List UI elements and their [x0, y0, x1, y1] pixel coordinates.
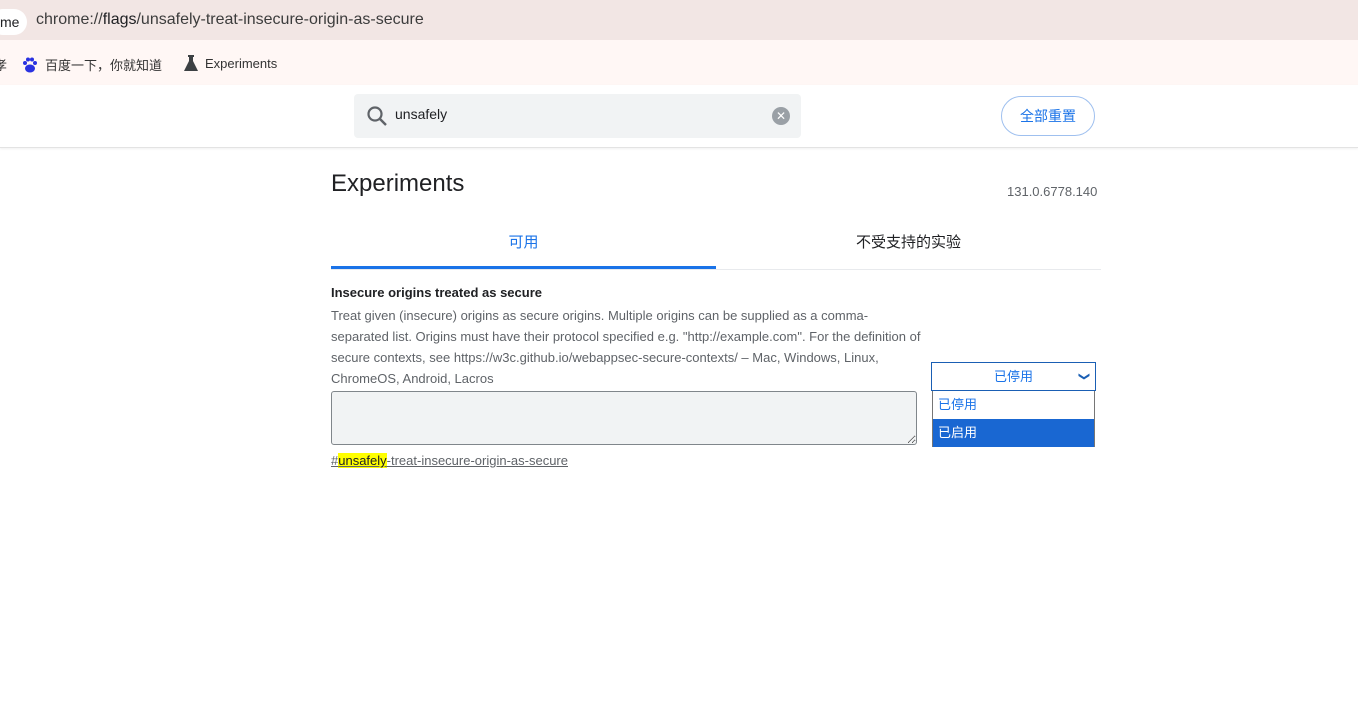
- bookmark-label: 百度一下，你就知道: [45, 58, 163, 73]
- search-box[interactable]: ✕: [354, 94, 801, 138]
- select-value: 已停用: [993, 369, 1033, 384]
- experiment-name: Insecure origins treated as secure: [331, 285, 542, 300]
- address-bar[interactable]: me chrome://flags/unsafely-treat-insecur…: [0, 0, 1358, 40]
- select-dropdown: 已停用 已启用: [932, 391, 1095, 447]
- tab-available[interactable]: 可用: [331, 220, 716, 269]
- tab-bar: 可用 不受支持的实验: [331, 220, 1101, 270]
- bookmarks-bar: 孝 百度一下，你就知道 Experiments: [0, 40, 1358, 85]
- tab-unavailable[interactable]: 不受支持的实验: [716, 220, 1101, 269]
- search-input[interactable]: [395, 106, 755, 122]
- option-disabled[interactable]: 已停用: [933, 391, 1094, 419]
- bookmark-fragment-label: 孝: [0, 58, 8, 73]
- experiment-permalink[interactable]: #unsafely-treat-insecure-origin-as-secur…: [331, 453, 568, 468]
- bookmark-label: Experiments: [205, 55, 278, 71]
- search-highlight: unsafely: [338, 453, 387, 468]
- page-title: Experiments: [331, 170, 465, 197]
- origins-textarea[interactable]: [331, 391, 917, 445]
- url-text[interactable]: chrome://flags/unsafely-treat-insecure-o…: [36, 11, 424, 29]
- option-enabled[interactable]: 已启用: [933, 419, 1094, 447]
- tab-fragment[interactable]: me: [0, 9, 28, 35]
- flask-icon: [184, 55, 198, 71]
- search-icon: [367, 106, 387, 126]
- bookmark-baidu[interactable]: 百度一下，你就知道: [22, 55, 162, 74]
- url-host: flags: [102, 11, 137, 28]
- url-scheme: chrome://: [36, 11, 103, 28]
- experiment-description: Treat given (insecure) origins as secure…: [331, 308, 921, 386]
- bookmark-fragment[interactable]: 孝: [0, 55, 7, 74]
- link-rest: -treat-insecure-origin-as-secure: [386, 453, 568, 468]
- url-path: /unsafely-treat-insecure-origin-as-secur…: [136, 11, 424, 28]
- flags-header: ✕ 全部重置: [0, 85, 1358, 148]
- clear-search-icon[interactable]: ✕: [772, 107, 790, 125]
- bookmark-experiments[interactable]: Experiments: [184, 55, 277, 71]
- experiment-state-select[interactable]: 已停用 ❯: [931, 362, 1096, 391]
- baidu-icon: [23, 57, 37, 72]
- reset-all-button[interactable]: 全部重置: [1001, 96, 1095, 136]
- version-label: 131.0.6778.140: [1007, 184, 1098, 199]
- chevron-down-icon: ❯: [1077, 371, 1090, 382]
